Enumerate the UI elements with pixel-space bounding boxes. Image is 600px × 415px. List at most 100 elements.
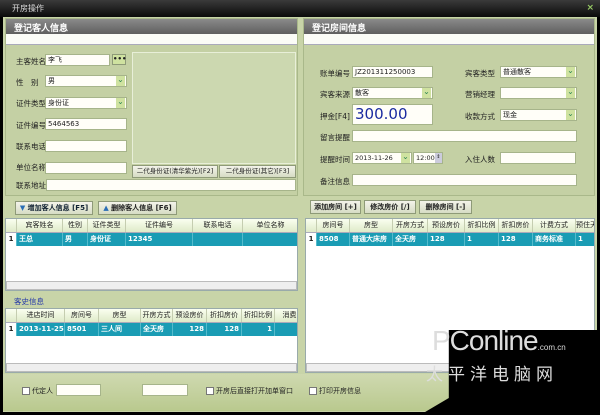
table-header: 进店时间 房间号 房型 开房方式 预设房价 折扣房价 折扣比例 消费 — [6, 309, 297, 323]
phone-label: 联系电话 — [16, 142, 46, 151]
address-input[interactable] — [46, 179, 296, 191]
deposit-label: 押金[F4] — [320, 112, 350, 121]
column-header[interactable]: 开房方式 — [393, 219, 428, 232]
title-bar: 开房操作 — [0, 0, 600, 17]
close-icon[interactable]: × — [586, 3, 594, 13]
phone-input[interactable] — [45, 140, 127, 152]
column-header[interactable]: 预设房价 — [173, 309, 207, 322]
column-header[interactable]: 折扣房价 — [499, 219, 533, 232]
delete-guest-button[interactable]: ▲ 删除客人信息 [F6] — [98, 201, 177, 215]
cell: 身份证 — [88, 233, 126, 246]
row-number: 1 — [6, 233, 17, 246]
column-header[interactable]: 性别 — [63, 219, 88, 232]
spinner-icon[interactable]: ⇕ — [435, 153, 442, 163]
column-header[interactable]: 开房方式 — [141, 309, 173, 322]
add-room-button[interactable]: 添加房间 [+] — [310, 200, 361, 214]
column-header[interactable]: 折扣比例 — [465, 219, 499, 232]
delete-guest-label: 删除客人信息 [F6] — [111, 204, 172, 212]
horizontal-scrollbar[interactable] — [6, 281, 297, 290]
manager-select[interactable] — [500, 87, 577, 99]
idtype-label: 证件类型 — [16, 99, 46, 108]
cell: 8501 — [65, 323, 99, 336]
agent-checkbox[interactable] — [22, 387, 30, 395]
column-header[interactable]: 计费方式 — [533, 219, 576, 232]
remind-date-picker[interactable]: 2013-11-26 — [352, 152, 412, 164]
id-reader-other-button[interactable]: 二代身份证(其它)[F3] — [219, 165, 296, 178]
cell: 128 — [173, 323, 207, 336]
cell: 128 — [428, 233, 465, 246]
cell — [243, 233, 297, 246]
row-selector-header — [6, 309, 17, 322]
column-header[interactable]: 宾客姓名 — [17, 219, 63, 232]
msg-label: 留言提醒 — [320, 133, 350, 142]
column-header[interactable]: 房间号 — [65, 309, 99, 322]
id-photo-area — [132, 52, 296, 164]
name-input[interactable]: 李飞 — [45, 54, 110, 66]
idno-input[interactable]: 5464563 — [45, 118, 127, 130]
history-title: 客史信息 — [14, 297, 44, 306]
persons-input[interactable] — [500, 152, 576, 164]
source-label: 宾客来源 — [320, 90, 350, 99]
guesttype-select[interactable]: 普通散客 — [500, 66, 577, 78]
column-header[interactable]: 预设房价 — [428, 219, 465, 232]
cell — [275, 323, 297, 336]
remind-time-spinner[interactable]: 12:00 ⇕ — [413, 152, 443, 164]
source-select[interactable]: 散客 — [352, 87, 433, 99]
cell — [193, 233, 243, 246]
horizontal-scrollbar[interactable] — [6, 363, 297, 372]
bill-input[interactable]: JZ201311250003 — [352, 66, 433, 78]
column-header[interactable]: 证件编号 — [126, 219, 193, 232]
column-header[interactable]: 房型 — [99, 309, 141, 322]
column-header[interactable]: 房型 — [350, 219, 393, 232]
delete-room-button[interactable]: 删除房间 [-] — [419, 200, 472, 214]
cell: 128 — [499, 233, 533, 246]
name-label: 主客姓名 — [16, 57, 46, 66]
edit-price-button[interactable]: 修改房价 [/] — [364, 200, 416, 214]
gender-label: 性 别 — [16, 78, 39, 87]
pay-select[interactable]: 现金 — [500, 109, 577, 121]
column-header[interactable]: 证件类型 — [88, 219, 126, 232]
cell: 8508 — [317, 233, 350, 246]
remind-label: 提醒时间 — [320, 155, 350, 164]
idtype-select[interactable]: 身份证 — [45, 97, 127, 109]
print-checkbox[interactable] — [309, 387, 317, 395]
table-header: 宾客姓名 性别 证件类型 证件编号 联系电话 单位名称 — [6, 219, 297, 233]
lookup-button[interactable]: ••• — [112, 54, 126, 65]
column-header[interactable]: 进店时间 — [17, 309, 65, 322]
msg-input[interactable] — [352, 130, 577, 142]
manager-label: 营销经理 — [465, 90, 495, 99]
column-header[interactable]: 单位名称 — [243, 219, 297, 232]
window-title: 开房操作 — [12, 4, 44, 13]
cell: 全天房 — [393, 233, 428, 246]
add-guest-label: 增加客人信息 [F5] — [27, 204, 89, 212]
cell: 三人间 — [99, 323, 141, 336]
note-input[interactable] — [352, 174, 577, 186]
collapse-strip[interactable] — [6, 34, 297, 45]
column-header[interactable]: 联系电话 — [193, 219, 243, 232]
add-guest-button[interactable]: ▼ 增加客人信息 [F5] — [15, 201, 93, 215]
deposit-input[interactable]: 300.00 — [352, 104, 433, 125]
cell: 2013-11-25 — [17, 323, 65, 336]
row-number: 1 — [6, 323, 17, 336]
column-header[interactable]: 预住天 — [576, 219, 594, 232]
collapse-strip[interactable] — [304, 34, 594, 45]
guesttype-label: 宾客类型 — [465, 69, 495, 78]
bill-label: 账单编号 — [320, 69, 350, 78]
table-row[interactable]: 1 8508 普通大床房 全天房 128 1 128 商务标准 1 — [306, 233, 594, 246]
agent-extra-input[interactable] — [142, 384, 188, 396]
agent-input[interactable] — [56, 384, 101, 396]
cell: 全天房 — [141, 323, 173, 336]
cell: 1 — [242, 323, 275, 336]
column-header[interactable]: 折扣比例 — [242, 309, 275, 322]
open-add-window-checkbox[interactable] — [206, 387, 214, 395]
gender-select[interactable]: 男 — [45, 75, 127, 87]
company-input[interactable] — [45, 162, 127, 174]
row-selector-header — [6, 219, 17, 232]
column-header[interactable]: 折扣房价 — [207, 309, 242, 322]
table-row[interactable]: 1 王总 男 身份证 12345 — [6, 233, 297, 246]
column-header[interactable]: 消费 — [275, 309, 297, 322]
id-reader-tsinghua-button[interactable]: 二代身份证(清华紫光)[F2] — [132, 165, 218, 178]
guest-table: 宾客姓名 性别 证件类型 证件编号 联系电话 单位名称 1 王总 男 身份证 1… — [5, 218, 298, 291]
column-header[interactable]: 房间号 — [317, 219, 350, 232]
table-row[interactable]: 1 2013-11-25 8501 三人间 全天房 128 128 1 — [6, 323, 297, 336]
